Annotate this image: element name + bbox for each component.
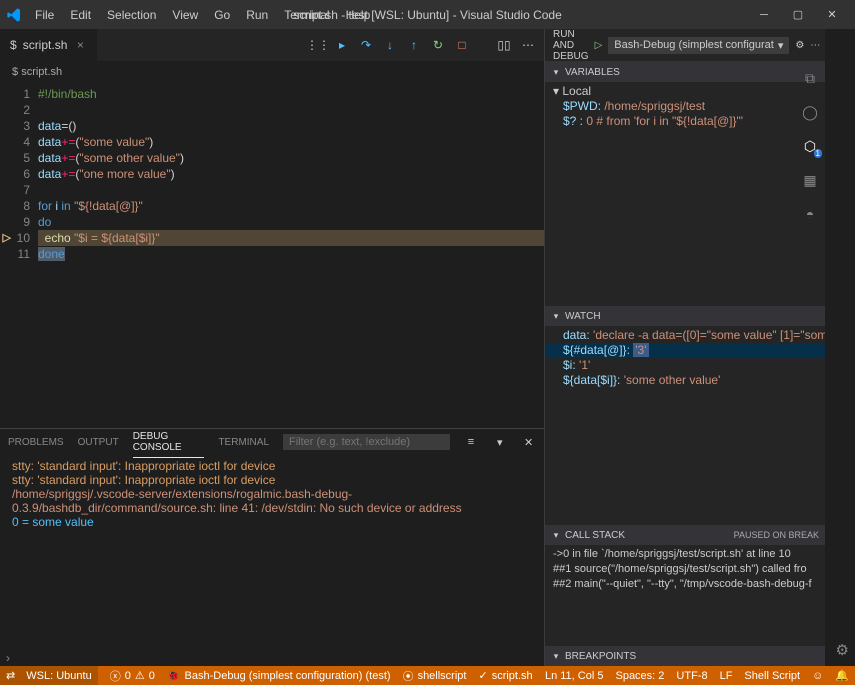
watch-row[interactable]: ${data[$i]}: 'some other value' — [545, 373, 825, 388]
variables-body[interactable]: ▾ Local $PWD: /home/spriggsj/test$? : 0 … — [545, 82, 825, 306]
status-debug[interactable]: 🐞 Bash-Debug (simplest configuration) (t… — [167, 669, 391, 682]
activity-bar-right: ⧉ ◯ ⬡1 ▦ ◓ — [795, 62, 825, 224]
gear-icon[interactable]: ⚙ — [795, 40, 804, 51]
breadcrumb[interactable]: $ script.sh — [0, 62, 544, 82]
status-language[interactable]: Shell Script — [744, 670, 800, 682]
tab-close-button[interactable]: × — [73, 38, 87, 52]
extensions-icon[interactable]: ▦ — [800, 170, 820, 190]
step-into-button[interactable]: ↓ — [380, 35, 400, 55]
panel-close-icon[interactable]: ✕ — [521, 432, 536, 453]
window-controls: ─ ▢ ✕ — [747, 8, 849, 21]
watch-row[interactable]: data: 'declare -a data=([0]="some value"… — [545, 328, 825, 343]
gutter[interactable]: 123456789▷1011 — [0, 82, 38, 428]
manage-gear-icon[interactable]: ⚙ — [836, 641, 849, 659]
window-title: script.sh - test [WSL: Ubuntu] - Visual … — [293, 8, 562, 22]
panel-tabs: PROBLEMS OUTPUT DEBUG CONSOLE TERMINAL ≡ ▾ ✕ — [0, 429, 544, 455]
status-bar: ⇄ WSL: Ubuntu ⓧ 0 ⚠ 0 🐞 Bash-Debug (simp… — [0, 666, 855, 685]
editor-tabbar: $ script.sh × ⋮⋮ ▸ ↷ ↓ ↑ ↻ □ ▯▯ ⋯ — [0, 29, 544, 62]
drag-handle-icon[interactable]: ⋮⋮ — [308, 35, 328, 55]
panel-chevron-icon[interactable]: ▾ — [492, 432, 507, 453]
status-eol[interactable]: LF — [720, 670, 733, 682]
start-debug-icon[interactable]: ▷ — [595, 40, 603, 51]
status-langstatus[interactable]: ⦿ shellscript — [403, 668, 467, 684]
copy-icon[interactable]: ⧉ — [800, 68, 820, 88]
bottom-panel: PROBLEMS OUTPUT DEBUG CONSOLE TERMINAL ≡ ▾ ✕ s… — [0, 428, 544, 650]
variables-header[interactable]: ▾VARIABLES — [545, 62, 825, 82]
menu-edit[interactable]: Edit — [63, 4, 98, 26]
status-cursor[interactable]: Ln 11, Col 5 — [545, 670, 604, 682]
status-problems[interactable]: ⓧ 0 ⚠ 0 — [110, 668, 155, 684]
debug-side-bar: RUN AND DEBUG ▷ Bash-Debug (simplest con… — [545, 29, 825, 666]
more-actions-button[interactable]: ⋯ — [518, 35, 538, 55]
debug-toolbar: ⋮⋮ ▸ ↷ ↓ ↑ ↻ □ ▯▯ ⋯ — [308, 29, 544, 61]
step-out-button[interactable]: ↑ — [404, 35, 424, 55]
person-icon[interactable]: ◯ — [800, 102, 820, 122]
panel-tab-output[interactable]: OUTPUT — [78, 433, 119, 452]
more-icon[interactable]: ⋯ — [810, 40, 820, 51]
status-indent[interactable]: Spaces: 2 — [615, 670, 664, 682]
menu-go[interactable]: Go — [207, 4, 237, 26]
menu-file[interactable]: File — [28, 4, 61, 26]
status-file[interactable]: ✓ script.sh — [478, 669, 532, 682]
callstack-body[interactable]: ->0 in file `/home/spriggsj/test/script.… — [545, 545, 825, 595]
variable-row[interactable]: $? : 0 # from 'for i in "${!data[@]}"' — [545, 114, 825, 129]
stop-button[interactable]: □ — [452, 35, 472, 55]
continue-button[interactable]: ▸ — [332, 35, 352, 55]
chevron-down-icon: ▾ — [778, 39, 784, 52]
callstack-header[interactable]: ▾CALL STACKPAUSED ON BREAK — [545, 525, 825, 545]
remote-indicator[interactable]: ⇄ WSL: Ubuntu — [0, 666, 98, 685]
debug-config-select[interactable]: Bash-Debug (simplest configurat ▾ — [608, 37, 789, 54]
panel-more-icon[interactable]: ≡ — [464, 432, 479, 452]
watch-header[interactable]: ▾WATCH — [545, 306, 825, 326]
code-editor[interactable]: 123456789▷1011 #!/bin/bash data=()data+=… — [0, 82, 544, 428]
callstack-row[interactable]: ->0 in file `/home/spriggsj/test/script.… — [545, 547, 825, 562]
accounts-icon[interactable]: ◓ — [800, 204, 820, 224]
debug-console-output[interactable]: stty: 'standard input': Inappropriate io… — [0, 455, 544, 650]
minimize-button[interactable]: ─ — [747, 8, 781, 21]
split-editor-button[interactable]: ▯▯ — [494, 35, 514, 55]
watch-body[interactable]: data: 'declare -a data=([0]="some value"… — [545, 326, 825, 474]
shell-file-icon: $ — [10, 38, 17, 52]
maximize-button[interactable]: ▢ — [781, 8, 815, 21]
breakpoints-header[interactable]: ▾BREAKPOINTS — [545, 646, 825, 666]
bell-icon[interactable]: 🔔 — [835, 669, 849, 682]
callstack-row[interactable]: ##1 source("/home/spriggsj/test/script.s… — [545, 562, 825, 577]
robot-icon[interactable]: ⬡1 — [800, 136, 820, 156]
code-area[interactable]: #!/bin/bash data=()data+=("some value")d… — [38, 82, 544, 428]
panel-filter-input[interactable] — [283, 434, 450, 450]
panel-prompt-bar[interactable]: › — [0, 650, 544, 666]
scope-local[interactable]: ▾ Local — [545, 84, 825, 99]
menu-view[interactable]: View — [165, 4, 205, 26]
run-debug-label: RUN AND DEBUG — [553, 29, 589, 62]
watch-row[interactable]: ${#data[@]}: '3' — [545, 343, 825, 358]
watch-row[interactable]: $i: '1' — [545, 358, 825, 373]
tab-script-sh[interactable]: $ script.sh × — [0, 29, 98, 61]
panel-tab-terminal[interactable]: TERMINAL — [218, 433, 269, 452]
menu-run[interactable]: Run — [239, 4, 275, 26]
vscode-icon — [6, 7, 22, 23]
restart-button[interactable]: ↻ — [428, 35, 448, 55]
step-over-button[interactable]: ↷ — [356, 35, 376, 55]
status-encoding[interactable]: UTF-8 — [676, 670, 707, 682]
callstack-row[interactable]: ##2 main("--quiet", "--tty", "/tmp/vscod… — [545, 577, 825, 592]
tab-label: script.sh — [23, 38, 68, 52]
title-bar: FileEditSelectionViewGoRunTerminalHelp s… — [0, 0, 855, 29]
panel-tab-problems[interactable]: PROBLEMS — [8, 433, 64, 452]
feedback-icon[interactable]: ☺ — [812, 670, 823, 682]
close-button[interactable]: ✕ — [815, 8, 849, 21]
variable-row[interactable]: $PWD: /home/spriggsj/test — [545, 99, 825, 114]
menu-selection[interactable]: Selection — [100, 4, 163, 26]
panel-tab-debug-console[interactable]: DEBUG CONSOLE — [133, 427, 205, 458]
